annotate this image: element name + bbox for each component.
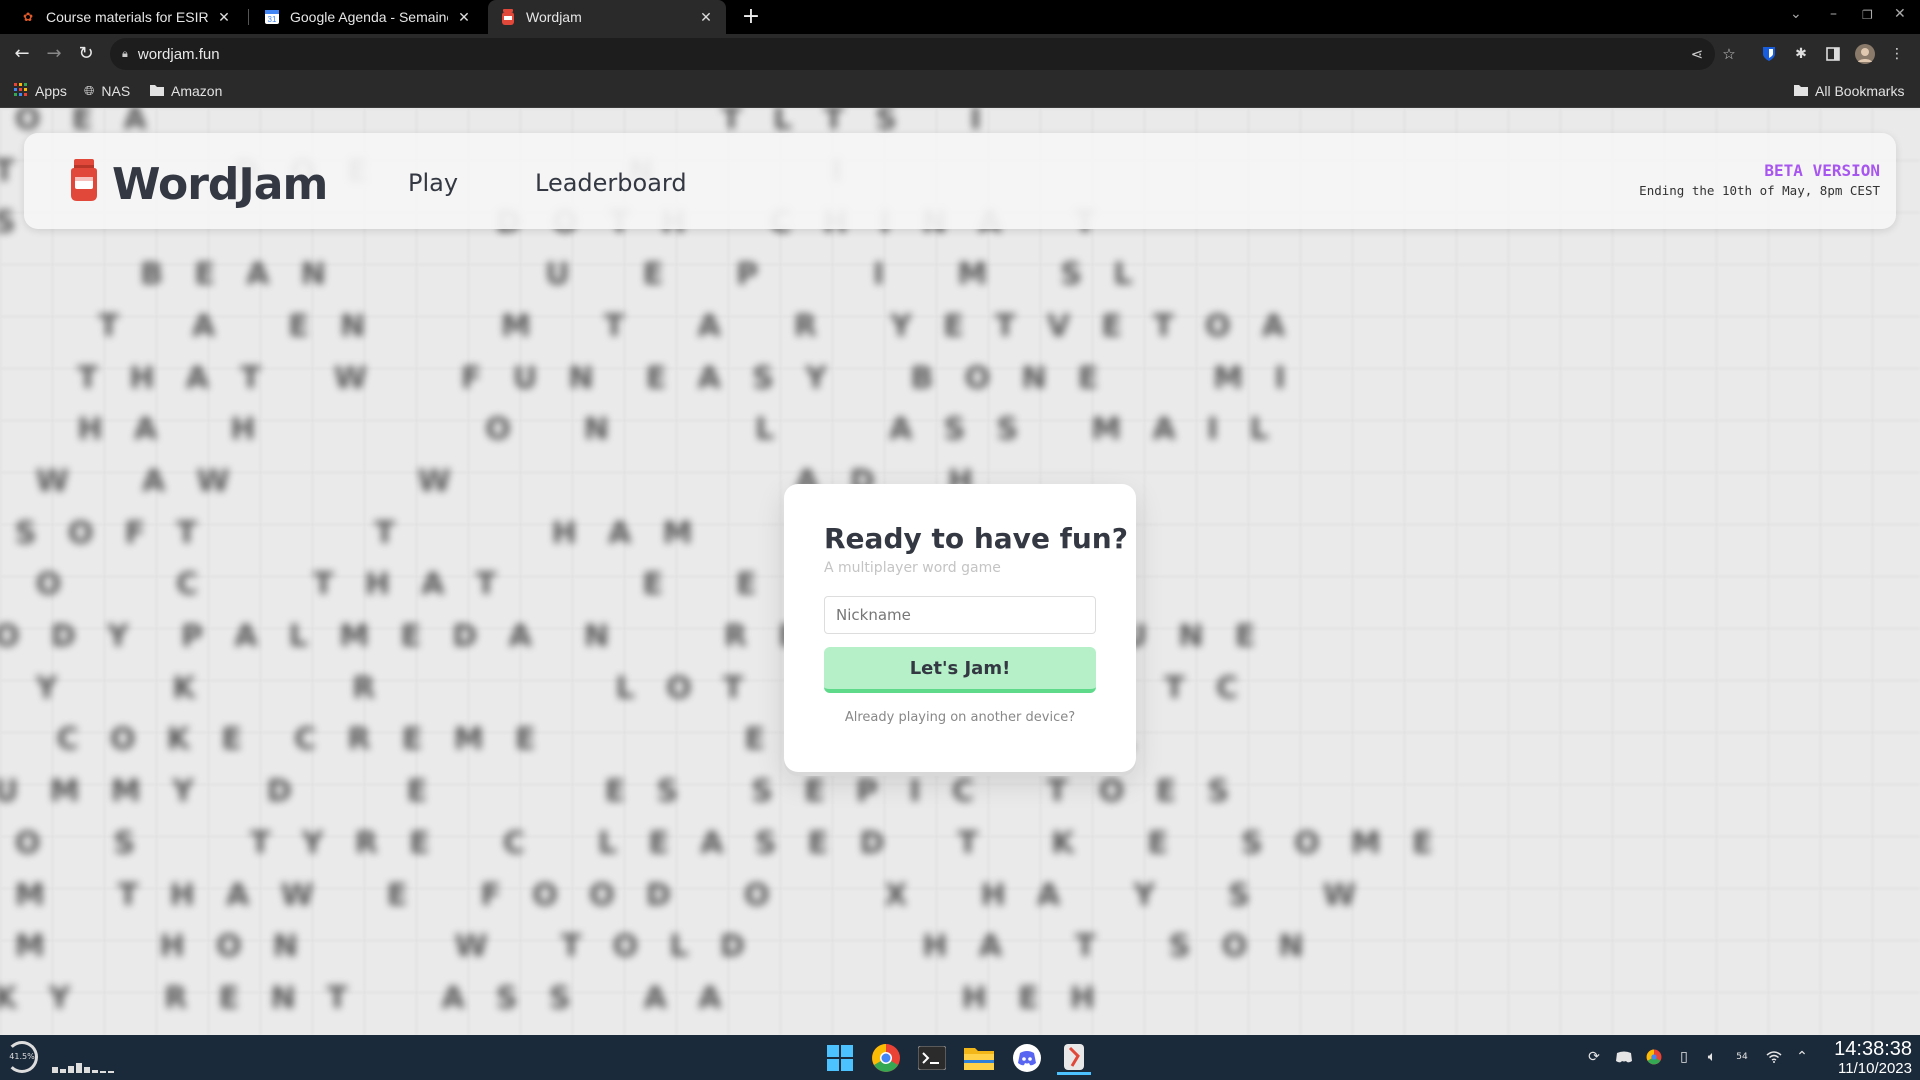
network-status-icon[interactable]: ⟳ bbox=[1584, 1047, 1604, 1067]
chrome-icon[interactable] bbox=[869, 1041, 903, 1075]
modal-subtitle: A multiplayer word game bbox=[824, 560, 1001, 576]
background-letter-row: M T H A W E F O O D O X H A Y S W bbox=[0, 877, 1356, 913]
folder-icon bbox=[1794, 84, 1808, 99]
beta-version-label: BETA VERSION bbox=[1764, 161, 1880, 180]
back-arrow-icon[interactable]: ← bbox=[10, 42, 34, 66]
reload-icon[interactable]: ↻ bbox=[74, 42, 98, 66]
globe-icon: 🌐︎ bbox=[84, 83, 95, 98]
browser-toolbar: ← → ↻ 🔒︎ wordjam.fun ⋖ ☆ ✱ ⋮ bbox=[0, 34, 1920, 74]
wifi-icon[interactable] bbox=[1764, 1047, 1784, 1067]
close-window-icon[interactable]: ✕ bbox=[1894, 6, 1906, 22]
folder-icon bbox=[150, 84, 164, 99]
os-taskbar: 41.5% ⟳ ▯ 🔈︎ 54 ⌃ 14:38:38 11/10/2023 bbox=[0, 1035, 1920, 1080]
start-icon[interactable] bbox=[823, 1041, 857, 1075]
all-bookmarks-button[interactable]: All Bookmarks bbox=[1794, 81, 1904, 101]
forward-arrow-icon[interactable]: → bbox=[42, 42, 66, 66]
jam-jar-logo-icon[interactable] bbox=[68, 159, 100, 201]
bookmarks-bar: Apps 🌐︎ NAS Amazon All Bookmarks bbox=[0, 74, 1920, 108]
nav-leaderboard[interactable]: Leaderboard bbox=[535, 169, 687, 197]
discord-tray-icon[interactable] bbox=[1614, 1047, 1634, 1067]
share-icon[interactable]: ⋖ bbox=[1686, 42, 1708, 66]
background-letter-row: K Y R E N T A S S A A H E H bbox=[0, 980, 1096, 1016]
apps-grid-icon bbox=[14, 82, 28, 100]
side-panel-icon[interactable] bbox=[1822, 43, 1844, 65]
wordjam-favicon-icon bbox=[500, 9, 516, 25]
extensions-puzzle-icon[interactable]: ✱ bbox=[1790, 43, 1812, 65]
other-device-link[interactable]: Already playing on another device? bbox=[784, 710, 1136, 725]
nickname-input[interactable] bbox=[824, 596, 1096, 634]
tab-wordjam[interactable]: Wordjam ✕ bbox=[488, 0, 726, 34]
bookmark-amazon[interactable]: Amazon bbox=[150, 81, 222, 101]
wordjam-page: O E A T L T S IT D O E N IS bbox=[0, 108, 1920, 1035]
git-client-icon[interactable] bbox=[1057, 1041, 1091, 1075]
background-letter-row: T H A T W F U N E A S Y B O N E M I bbox=[0, 360, 1286, 396]
background-letter-row: H A H O N L A S S M A I L bbox=[0, 412, 1269, 448]
battery-icon[interactable]: 54 bbox=[1732, 1047, 1752, 1067]
background-letter-row: T A E N M T A R Y E T V E T O A bbox=[0, 308, 1286, 344]
site-logo[interactable]: WordJam bbox=[112, 159, 328, 210]
tab-course-materials[interactable]: ✿ Course materials for ESIR3 s ✕ bbox=[8, 0, 244, 34]
new-tab-button[interactable]: + bbox=[738, 4, 764, 30]
site-header: WordJam Play Leaderboard BETA VERSION En… bbox=[24, 133, 1896, 229]
background-letter-row: M H O N W T O L D H A T S O N bbox=[0, 929, 1304, 965]
volume-icon[interactable]: 🔈︎ bbox=[1702, 1047, 1722, 1067]
clock-date[interactable]: 11/10/2023 bbox=[1838, 1060, 1912, 1077]
lets-jam-button[interactable]: Let's Jam! bbox=[824, 647, 1096, 693]
network-activity-graph bbox=[52, 1061, 124, 1073]
cpu-gauge: 41.5% bbox=[6, 1041, 38, 1073]
google-calendar-favicon-icon: 31 bbox=[264, 9, 280, 25]
terminal-icon[interactable] bbox=[915, 1041, 949, 1075]
clipboard-icon[interactable]: ▯ bbox=[1674, 1047, 1694, 1067]
bitwarden-extension-icon[interactable] bbox=[1758, 43, 1780, 65]
clock-time[interactable]: 14:38:38 bbox=[1834, 1038, 1912, 1061]
bookmark-star-icon[interactable]: ☆ bbox=[1718, 42, 1740, 66]
address-bar[interactable]: 🔒︎ wordjam.fun bbox=[110, 38, 1715, 70]
profile-avatar[interactable] bbox=[1854, 43, 1876, 65]
chrome-menu-icon[interactable]: ⋮ bbox=[1886, 43, 1908, 65]
nav-play[interactable]: Play bbox=[408, 169, 458, 197]
background-letter-row: O S T Y R E C L E A S E D T K E S O M E bbox=[0, 825, 1433, 861]
tab-separator bbox=[248, 9, 249, 25]
modal-title: Ready to have fun? bbox=[824, 522, 1128, 555]
join-game-modal: Ready to have fun? A multiplayer word ga… bbox=[784, 484, 1136, 772]
svg-text:31: 31 bbox=[268, 15, 277, 24]
bookmark-apps[interactable]: Apps bbox=[14, 81, 67, 101]
tab-search-icon[interactable]: ⌄ bbox=[1790, 6, 1802, 22]
bookmark-nas[interactable]: 🌐︎ NAS bbox=[84, 81, 130, 101]
beta-end-date: Ending the 10th of May, 8pm CEST bbox=[1639, 183, 1880, 198]
restore-icon[interactable]: ❐ bbox=[1862, 8, 1873, 22]
moodle-favicon-icon: ✿ bbox=[22, 10, 34, 24]
tab-google-agenda[interactable]: 31 Google Agenda - Semaine d ✕ bbox=[252, 0, 484, 34]
discord-icon[interactable] bbox=[1010, 1041, 1044, 1075]
minimize-icon[interactable]: – bbox=[1830, 6, 1837, 22]
lock-icon: 🔒︎ bbox=[122, 47, 128, 60]
chrome-tray-icon[interactable] bbox=[1644, 1047, 1664, 1067]
close-tab-icon[interactable]: ✕ bbox=[698, 9, 714, 25]
chevron-up-icon[interactable]: ⌃ bbox=[1792, 1047, 1812, 1067]
background-letter-row: U M M Y D E E S S E P I C T O E S bbox=[0, 774, 1230, 810]
browser-tab-bar: ✿ Course materials for ESIR3 s ✕ 31 Goog… bbox=[0, 0, 1920, 34]
close-tab-icon[interactable]: ✕ bbox=[456, 9, 472, 25]
background-letter-row: B E A N U E P I M S L bbox=[0, 257, 1133, 293]
close-tab-icon[interactable]: ✕ bbox=[216, 9, 232, 25]
file-explorer-icon[interactable] bbox=[962, 1041, 996, 1075]
